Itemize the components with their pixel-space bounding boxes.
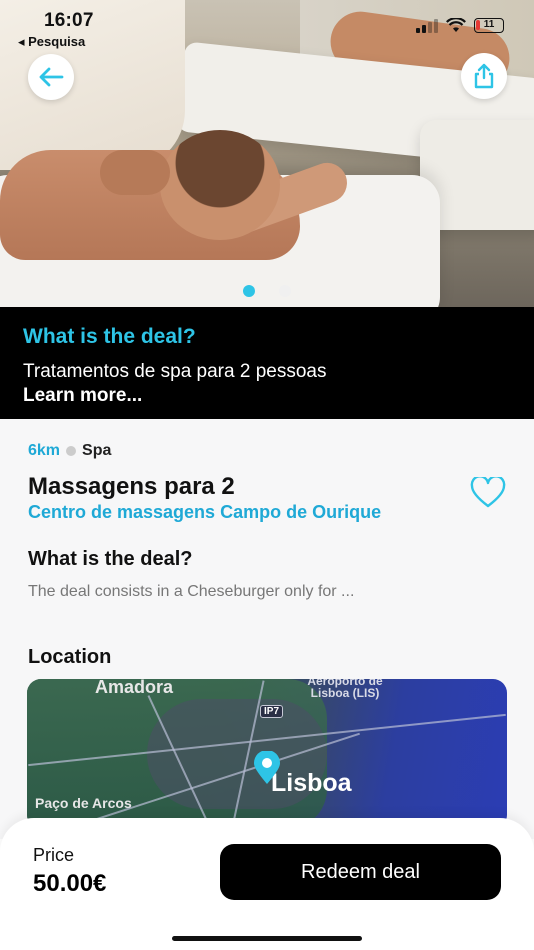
map-pin-icon[interactable] (253, 751, 281, 785)
separator-dot (66, 446, 77, 456)
map-label-lisboa: Lisboa (271, 769, 352, 797)
wifi-icon (446, 18, 466, 32)
banner-subtitle: Tratamentos de spa para 2 pessoas (23, 361, 327, 382)
status-time: 16:07 (44, 10, 94, 31)
arrow-left-icon (39, 67, 64, 87)
bottom-sheet: Price 50.00€ Redeem deal (0, 818, 534, 950)
location-map[interactable]: Amadora Aeroporto de Lisboa (LIS) IP7 Li… (27, 679, 507, 829)
favorite-button[interactable] (470, 475, 506, 514)
redeem-deal-button[interactable]: Redeem deal (220, 844, 501, 900)
map-label-airport: Aeroporto de Lisboa (LIS) (307, 679, 383, 700)
battery-indicator: 11 (474, 18, 504, 33)
carousel-indicator[interactable] (243, 285, 291, 297)
deal-section-title: What is the deal? (28, 548, 193, 570)
price-label: Price (33, 845, 75, 865)
status-back-link[interactable]: ◂ Pesquisa (18, 34, 85, 50)
distance-label: 6km (28, 442, 61, 459)
map-label-amadora: Amadora (95, 679, 174, 697)
share-button[interactable] (461, 53, 507, 99)
carousel-dot[interactable] (279, 285, 291, 297)
heart-outline-icon (470, 475, 506, 508)
back-button[interactable] (28, 54, 74, 100)
carousel-dot-active[interactable] (243, 285, 255, 297)
category-label: Spa (82, 442, 112, 459)
deal-description: The deal consists in a Cheseburger only … (28, 583, 355, 600)
cellular-signal-icon (416, 18, 438, 33)
hero-image: 16:07 ◂ Pesquisa 11 (0, 0, 534, 307)
home-indicator[interactable] (172, 936, 362, 941)
share-icon (474, 63, 494, 89)
learn-more-link[interactable]: Learn more... (23, 385, 511, 407)
map-label-ip7: IP7 (260, 705, 284, 718)
map-label-paco-de-arcos: Paço de Arcos (35, 795, 132, 811)
deal-banner: What is the deal? Tratamentos de spa par… (0, 307, 534, 419)
vendor-link[interactable]: Centro de massagens Campo de Ourique (28, 502, 381, 523)
deal-title: Massagens para 2 (28, 473, 235, 500)
price-value: 50.00€ (33, 870, 107, 897)
banner-title: What is the deal? (23, 325, 196, 348)
deal-meta: 6km Spa (28, 442, 111, 460)
location-title: Location (28, 646, 112, 668)
status-indicators: 11 (416, 18, 504, 33)
